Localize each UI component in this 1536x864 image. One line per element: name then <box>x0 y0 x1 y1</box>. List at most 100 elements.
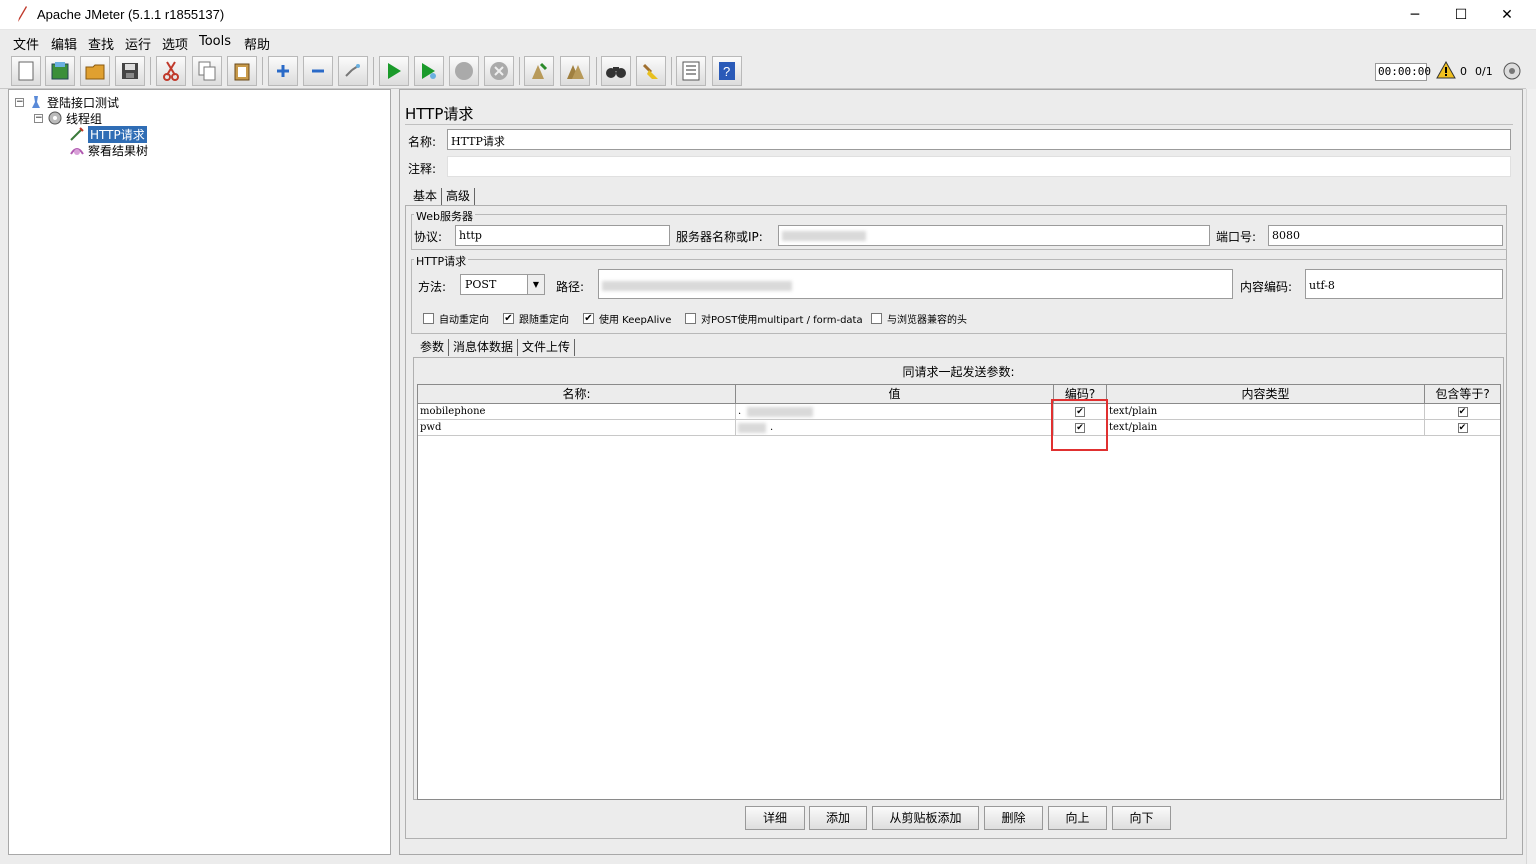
cut-button[interactable] <box>156 56 186 86</box>
tree-node-test-plan[interactable]: − 登陆接口测试 <box>15 94 119 110</box>
thread-group-icon <box>48 111 62 125</box>
shutdown-button[interactable] <box>484 56 514 86</box>
table-cell-content-type[interactable]: text/plain <box>1107 404 1425 420</box>
follow-redirects-checkbox[interactable]: ✔ <box>503 313 514 324</box>
protocol-input[interactable]: http <box>455 225 670 246</box>
include-equals-checkbox[interactable]: ✔ <box>1457 407 1468 417</box>
column-header-content-type[interactable]: 内容类型 <box>1107 385 1425 404</box>
remote-engine-icon[interactable] <box>1502 61 1522 81</box>
close-button[interactable]: ✕ <box>1484 0 1530 30</box>
menu-run[interactable]: 运行 <box>125 34 151 53</box>
toolbar: ? 00:00:00 0 0/1 <box>0 53 1526 89</box>
table-cell-include-equals[interactable]: ✔ <box>1425 420 1500 436</box>
tab-file-upload[interactable]: 文件上传 <box>518 339 576 356</box>
add-from-clipboard-button[interactable]: 从剪贴板添加 <box>872 806 979 830</box>
move-up-button[interactable]: 向上 <box>1048 806 1107 830</box>
parameters-area: 同请求一起发送参数: 名称: 值 编码? 内容类型 包含等于? mobileph… <box>413 357 1504 800</box>
warning-icon[interactable] <box>1436 61 1456 79</box>
minimize-button[interactable]: ─ <box>1392 0 1438 30</box>
multipart-option[interactable]: 对POST使用multipart / form-data <box>685 311 863 326</box>
tab-parameters[interactable]: 参数 <box>416 339 450 356</box>
tree-node-thread-group[interactable]: − 线程组 <box>34 110 102 126</box>
table-cell-include-equals[interactable]: ✔ <box>1425 404 1500 420</box>
svg-text:?: ? <box>723 64 730 79</box>
keepalive-checkbox[interactable]: ✔ <box>583 313 594 324</box>
menu-file[interactable]: 文件 <box>13 34 39 53</box>
menu-search[interactable]: 查找 <box>88 34 114 53</box>
add-button[interactable]: 添加 <box>809 806 867 830</box>
tab-basic[interactable]: 基本 <box>409 188 443 205</box>
auto-redirect-checkbox[interactable] <box>423 313 434 324</box>
collapse-toggle[interactable]: − <box>34 113 43 123</box>
encoding-input[interactable]: utf-8 <box>1305 269 1503 299</box>
clear-all-button[interactable] <box>560 56 590 86</box>
browser-headers-option[interactable]: 与浏览器兼容的头 <box>871 311 967 326</box>
window-edge <box>1526 89 1536 864</box>
column-header-name[interactable]: 名称: <box>418 385 736 404</box>
delete-button[interactable]: 删除 <box>984 806 1043 830</box>
table-cell-value[interactable]: . <box>736 420 1054 436</box>
table-cell-value[interactable]: . <box>736 404 1054 420</box>
parameters-table[interactable]: 名称: 值 编码? 内容类型 包含等于? mobilephone . ✔ tex… <box>417 384 1501 800</box>
name-input[interactable]: HTTP请求 <box>447 129 1511 150</box>
include-equals-checkbox[interactable]: ✔ <box>1457 423 1468 433</box>
column-header-include-equals[interactable]: 包含等于? <box>1425 385 1500 404</box>
option-label: 跟随重定向 <box>519 315 569 326</box>
collapse-icon <box>312 69 324 73</box>
http-sampler-icon <box>70 127 84 141</box>
collapse-toggle[interactable]: − <box>15 97 24 107</box>
port-input[interactable]: 8080 <box>1268 225 1503 246</box>
server-input[interactable] <box>778 225 1210 246</box>
chevron-down-icon: ▼ <box>527 275 544 294</box>
multipart-checkbox[interactable] <box>685 313 696 324</box>
auto-redirect-option[interactable]: 自动重定向 <box>423 311 489 326</box>
expand-all-button[interactable] <box>268 56 298 86</box>
tab-advanced[interactable]: 高级 <box>442 188 476 205</box>
templates-button[interactable] <box>45 56 75 86</box>
move-down-button[interactable]: 向下 <box>1112 806 1171 830</box>
test-plan-tree[interactable]: − 登陆接口测试 − 线程组 HTTP请求 察看结果树 <box>8 89 391 855</box>
clear-button[interactable] <box>524 56 554 86</box>
toggle-button[interactable] <box>338 56 368 86</box>
menu-edit[interactable]: 编辑 <box>51 34 77 53</box>
tree-node-results-tree[interactable]: 察看结果树 <box>69 142 148 158</box>
maximize-button[interactable]: ☐ <box>1438 0 1484 30</box>
menu-help[interactable]: 帮助 <box>244 34 270 53</box>
table-cell-name[interactable]: mobilephone <box>418 404 736 420</box>
option-label: 自动重定向 <box>439 315 489 326</box>
comment-input[interactable] <box>447 156 1511 177</box>
table-cell-name[interactable]: pwd <box>418 420 736 436</box>
menu-tools[interactable]: Tools <box>199 34 231 49</box>
start-no-pauses-button[interactable] <box>414 56 444 86</box>
stop-button[interactable] <box>449 56 479 86</box>
table-cell-content-type[interactable]: text/plain <box>1107 420 1425 436</box>
function-helper-button[interactable] <box>676 56 706 86</box>
detail-button[interactable]: 详细 <box>745 806 805 830</box>
search-button[interactable] <box>601 56 631 86</box>
new-button[interactable] <box>11 56 41 86</box>
help-button[interactable]: ? <box>712 56 742 86</box>
start-button[interactable] <box>379 56 409 86</box>
panel-splitter[interactable] <box>392 89 398 855</box>
follow-redirects-option[interactable]: ✔ 跟随重定向 <box>503 311 569 326</box>
menu-options[interactable]: 选项 <box>162 34 188 53</box>
method-select[interactable]: POST ▼ <box>460 274 545 295</box>
name-label: 名称: <box>408 135 437 149</box>
path-label: 路径: <box>556 280 585 294</box>
paste-button[interactable] <box>227 56 257 86</box>
column-header-value[interactable]: 值 <box>736 385 1054 404</box>
collapse-all-button[interactable] <box>303 56 333 86</box>
keepalive-option[interactable]: ✔ 使用 KeepAlive <box>583 311 671 326</box>
save-button[interactable] <box>115 56 145 86</box>
tab-body-data[interactable]: 消息体数据 <box>449 339 519 356</box>
window-title: Apache JMeter (5.1.1 r1855137) <box>37 7 225 22</box>
tree-node-http-request[interactable]: HTTP请求 <box>69 125 147 143</box>
copy-button[interactable] <box>192 56 222 86</box>
path-input[interactable] <box>598 269 1233 299</box>
encode-column-highlight <box>1051 399 1108 451</box>
browser-headers-checkbox[interactable] <box>871 313 882 324</box>
results-tree-icon <box>70 148 84 155</box>
shutdown-icon <box>490 62 508 80</box>
open-button[interactable] <box>80 56 110 86</box>
reset-search-button[interactable] <box>636 56 666 86</box>
